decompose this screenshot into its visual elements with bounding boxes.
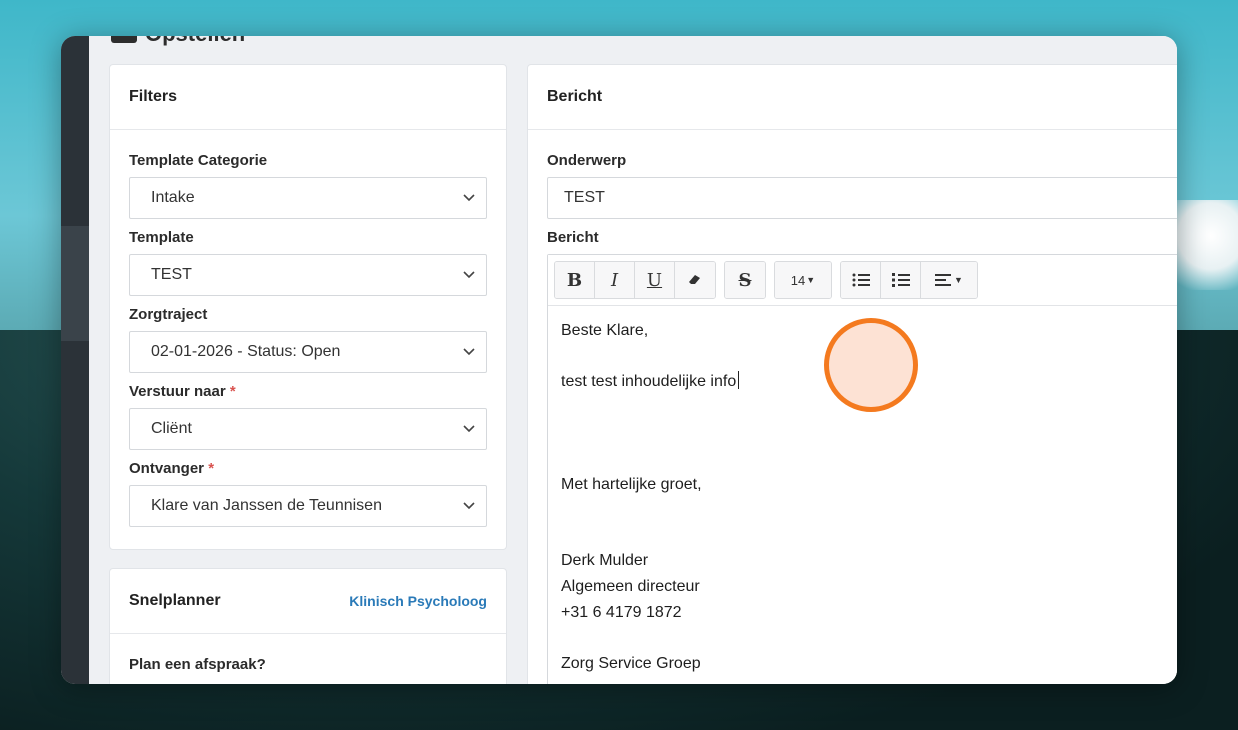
underline-button[interactable]: U (635, 262, 675, 298)
bericht-label: Bericht (547, 229, 599, 246)
ontvanger-label-text: Ontvanger (129, 460, 205, 477)
template-categorie-select[interactable]: Intake (129, 177, 487, 219)
align-left-icon (935, 274, 952, 286)
align-dropdown[interactable]: ▼ (921, 262, 977, 298)
eraser-button[interactable] (675, 262, 715, 298)
bold-icon: B (566, 269, 583, 291)
required-mark: * (229, 383, 236, 400)
verstuur-naar-label: Verstuur naar * (129, 383, 487, 403)
strike-group: S (724, 261, 766, 299)
bold-button[interactable]: B (555, 262, 595, 298)
numbered-list-button[interactable] (881, 262, 921, 298)
template-value: TEST (151, 266, 192, 283)
chevron-down-icon (463, 502, 475, 510)
template-categorie-value: Intake (151, 189, 195, 206)
editor-line: Algemeen directeur (561, 577, 700, 595)
ontvanger-label: Ontvanger * (129, 460, 487, 480)
editor-line: Zorg Service Groep (561, 654, 701, 672)
filters-card: Filters Template Categorie Intake Templa… (109, 64, 507, 550)
verstuur-naar-select[interactable]: Cliënt (129, 408, 487, 450)
verstuur-naar-value: Cliënt (151, 420, 192, 437)
required-mark: * (208, 460, 215, 477)
template-label: Template (129, 229, 194, 246)
eraser-icon (689, 275, 700, 284)
ontvanger-select[interactable]: Klare van Janssen de Teunnisen (129, 485, 487, 527)
app-window: Opstellen Filters Template Categorie Int… (61, 36, 1177, 684)
bullet-list-button[interactable] (841, 262, 881, 298)
sidebar-rail (61, 36, 89, 684)
onderwerp-label: Onderwerp (547, 152, 627, 169)
editor-line: Derk Mulder (561, 552, 649, 570)
template-select[interactable]: TEST (129, 254, 487, 296)
compose-icon (111, 36, 137, 43)
editor-toolbar: B I U S 14 ▼ ▼ (548, 255, 1177, 306)
font-size-dropdown[interactable]: 14 ▼ (775, 262, 831, 298)
filters-heading: Filters (110, 65, 506, 130)
snelplanner-role-link[interactable]: Klinisch Psycholoog (349, 593, 487, 609)
editor-line: Met hartelijke groet, (561, 475, 702, 493)
sidebar-active-item[interactable] (61, 226, 89, 341)
list-group: ▼ (840, 261, 978, 299)
chevron-down-icon (463, 425, 475, 433)
caret-down-icon: ▼ (806, 275, 816, 285)
italic-button[interactable]: I (595, 262, 635, 298)
snelplanner-header: Snelplanner Klinisch Psycholoog (110, 569, 506, 634)
bericht-heading: Bericht (528, 65, 1177, 130)
chevron-down-icon (463, 271, 475, 279)
verstuur-naar-label-text: Verstuur naar (129, 383, 226, 400)
zorgtraject-select[interactable]: 02-01-2026 - Status: Open (129, 331, 487, 373)
format-group: B I U (554, 261, 716, 299)
text-cursor (738, 371, 740, 390)
snelplanner-card: Snelplanner Klinisch Psycholoog Plan een… (109, 568, 507, 684)
caret-down-icon: ▼ (954, 275, 963, 285)
main-content: Opstellen Filters Template Categorie Int… (89, 36, 1177, 684)
chevron-down-icon (463, 348, 475, 356)
strikethrough-button[interactable]: S (725, 262, 765, 298)
zorgtraject-label: Zorgtraject (129, 306, 208, 323)
strikethrough-icon: S (738, 269, 752, 291)
editor-line: +31 6 4179 1872 (561, 603, 682, 621)
zorgtraject-value: 02-01-2026 - Status: Open (151, 343, 341, 360)
chevron-down-icon (463, 194, 475, 202)
page-title: Opstellen (145, 36, 245, 47)
font-size-group: 14 ▼ (774, 261, 832, 299)
numbered-list-icon (891, 273, 910, 287)
italic-icon: I (610, 269, 619, 291)
onderwerp-input[interactable]: TEST (547, 177, 1177, 219)
template-categorie-label: Template Categorie (129, 152, 268, 169)
page-header: Opstellen (111, 36, 245, 46)
bullet-list-icon (852, 273, 870, 287)
font-size-value: 14 (790, 272, 806, 288)
ontvanger-value: Klare van Janssen de Teunnisen (151, 497, 382, 514)
plan-afspraak-label: Plan een afspraak? (129, 656, 266, 673)
click-indicator (824, 318, 918, 412)
snelplanner-heading: Snelplanner (129, 592, 221, 609)
underline-icon: U (646, 269, 663, 291)
